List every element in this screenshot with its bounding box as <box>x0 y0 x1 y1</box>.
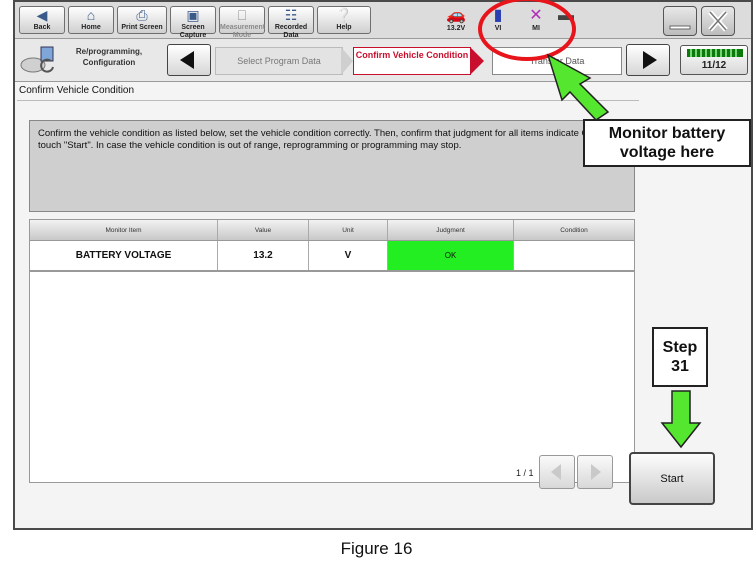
highlight-circle <box>478 0 576 61</box>
figure-caption: Figure 16 <box>340 539 413 558</box>
step-down-arrow <box>660 390 702 449</box>
step-callout: Step 31 <box>652 327 708 387</box>
annotation-layer <box>478 0 702 449</box>
callout-arrow <box>546 53 610 121</box>
monitor-callout: Monitor battery voltage here <box>583 119 751 167</box>
